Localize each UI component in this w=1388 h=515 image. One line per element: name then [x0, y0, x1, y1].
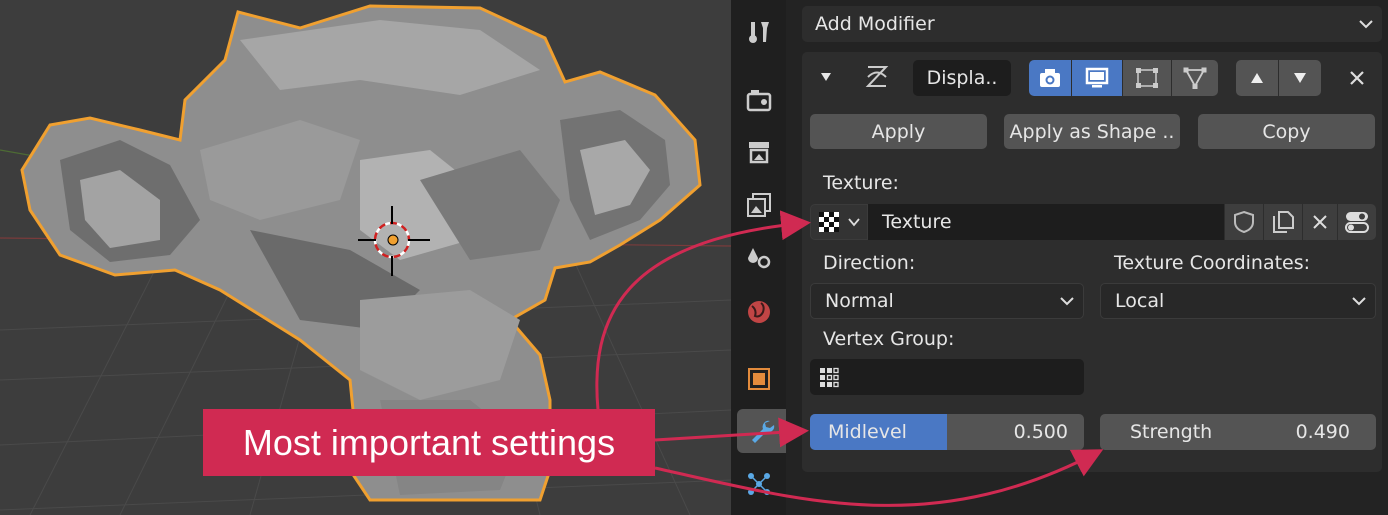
world-icon — [748, 301, 770, 323]
chevron-down-icon — [1060, 297, 1074, 306]
tab-modifiers[interactable] — [737, 409, 786, 453]
object-icon — [748, 368, 770, 390]
chevron-down-icon — [1359, 20, 1373, 29]
vertex-triangle-icon — [1183, 67, 1207, 89]
tab-render[interactable] — [737, 78, 781, 122]
duplicate-icon — [1273, 211, 1294, 233]
apply-label: Apply — [871, 120, 926, 143]
chevron-down-icon — [848, 218, 860, 227]
apply-as-shape-label: Apply as Shape .. — [1009, 120, 1175, 143]
toggle-switch-icon — [1345, 212, 1369, 233]
strength-value: 0.490 — [1295, 421, 1350, 443]
vertex-group-icon — [820, 367, 839, 388]
render-icon — [746, 90, 772, 112]
displace-modifier-panel: Displa.. Apply Apply as Shape .. Copy Te… — [802, 52, 1382, 472]
shield-icon — [1234, 210, 1254, 234]
vertex-group-field[interactable] — [810, 359, 1084, 395]
texture-name-field[interactable]: Texture — [868, 204, 1224, 240]
add-modifier-label: Add Modifier — [815, 13, 935, 35]
add-modifier-dropdown[interactable]: Add Modifier — [802, 6, 1382, 42]
texture-label: Texture: — [823, 172, 899, 194]
annotation-text: Most important settings — [242, 421, 616, 463]
camera-icon — [1040, 69, 1060, 87]
render-toggle-button[interactable] — [1029, 60, 1071, 96]
copy-label: Copy — [1262, 120, 1311, 143]
direction-value: Normal — [825, 290, 894, 312]
scene-icon — [748, 248, 771, 269]
new-texture-button[interactable] — [1264, 204, 1302, 240]
texture-browse-button[interactable] — [810, 204, 868, 240]
strength-slider[interactable]: Strength 0.490 — [1100, 414, 1376, 450]
triangle-up-icon — [1251, 73, 1263, 83]
texture-coordinates-dropdown[interactable]: Local — [1100, 283, 1376, 319]
app-window: Add Modifier Displa.. Apply Apply as Sha… — [0, 0, 1388, 515]
tab-output[interactable] — [737, 130, 781, 174]
modifier-name-field[interactable]: Displa.. — [913, 60, 1011, 96]
editmode-toggle-button[interactable] — [1123, 60, 1171, 96]
modifier-wrench-icon — [751, 420, 774, 443]
cage-toggle-button[interactable] — [1172, 60, 1218, 96]
texture-properties-button[interactable] — [1338, 204, 1376, 240]
copy-button[interactable]: Copy — [1198, 114, 1375, 149]
chevron-down-icon — [1352, 297, 1366, 306]
editmode-icon — [1136, 68, 1158, 88]
midlevel-label: Midlevel — [828, 421, 907, 443]
modifier-name-text: Displa.. — [926, 67, 998, 89]
fake-user-button[interactable] — [1225, 204, 1263, 240]
unlink-texture-button[interactable] — [1303, 204, 1337, 240]
direction-dropdown[interactable]: Normal — [810, 283, 1084, 319]
apply-as-shape-button[interactable]: Apply as Shape .. — [1004, 114, 1180, 149]
displace-modifier-icon — [865, 66, 889, 87]
triangle-down-icon — [1294, 73, 1306, 83]
midlevel-slider[interactable]: Midlevel 0.500 — [810, 414, 1084, 450]
viewport-toggle-button[interactable] — [1072, 60, 1122, 96]
direction-label: Direction: — [823, 252, 916, 274]
properties-panel: Add Modifier Displa.. Apply Apply as Sha… — [786, 0, 1388, 515]
annotation-callout: Most important settings — [203, 409, 655, 476]
tab-object[interactable] — [737, 357, 781, 401]
close-icon[interactable] — [1348, 69, 1366, 87]
move-down-button[interactable] — [1279, 60, 1321, 96]
properties-tab-bar — [731, 0, 786, 515]
texture-coordinates-value: Local — [1115, 290, 1165, 312]
particles-icon — [748, 473, 770, 495]
view-layer-icon — [747, 193, 771, 217]
tool-icon — [749, 22, 769, 43]
output-icon — [749, 142, 769, 164]
collapse-triangle-icon[interactable] — [819, 70, 833, 84]
midlevel-value: 0.500 — [1013, 421, 1068, 443]
x-icon — [1313, 215, 1327, 229]
texture-name-text: Texture — [882, 211, 952, 233]
texture-coordinates-label: Texture Coordinates: — [1114, 252, 1311, 274]
monitor-icon — [1085, 67, 1109, 88]
tab-scene[interactable] — [737, 236, 781, 280]
move-up-button[interactable] — [1236, 60, 1278, 96]
checker-texture-icon — [819, 212, 839, 232]
vertex-group-label: Vertex Group: — [823, 328, 955, 350]
tab-particles[interactable] — [737, 462, 781, 506]
tab-world[interactable] — [737, 290, 781, 334]
strength-label: Strength — [1130, 421, 1213, 443]
tab-tool[interactable] — [737, 10, 781, 54]
apply-button[interactable]: Apply — [810, 114, 987, 149]
tab-view-layer[interactable] — [737, 183, 781, 227]
